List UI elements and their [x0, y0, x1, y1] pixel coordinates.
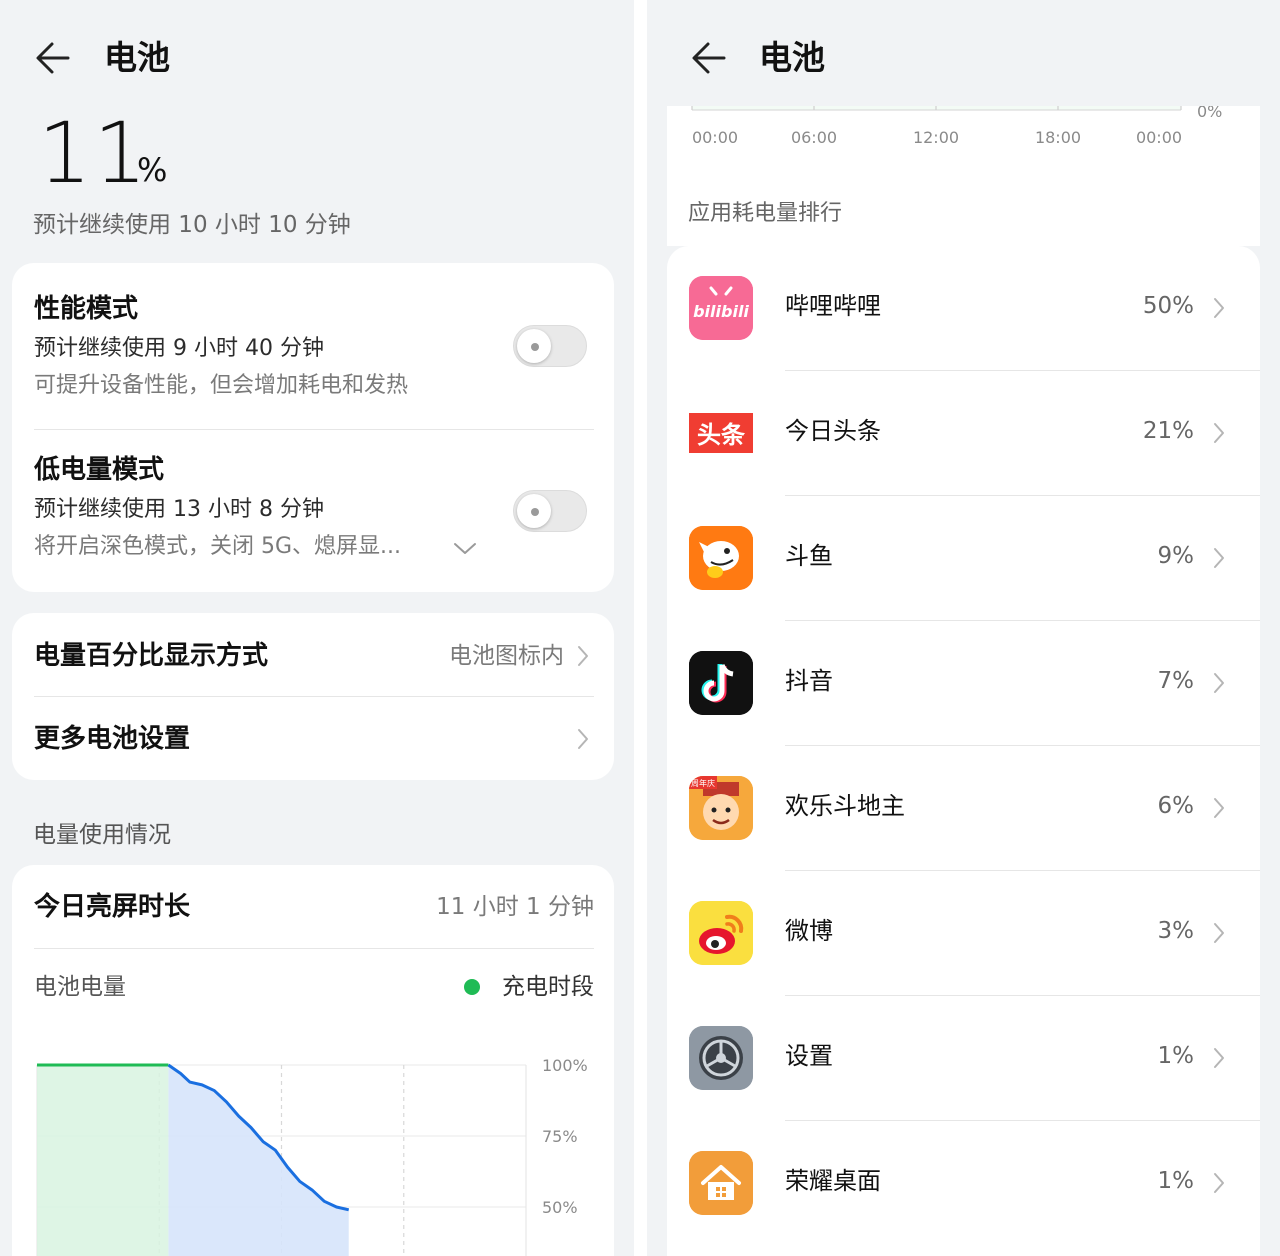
chevron-right-icon: [578, 729, 588, 749]
screen-time-value: 11 小时 1 分钟: [436, 894, 594, 920]
app-ranking-label: 应用耗电量排行: [688, 201, 843, 226]
app-name: 荣耀桌面: [785, 1167, 881, 1195]
battery-percent: 11: [38, 104, 149, 202]
usage-section-label: 电量使用情况: [33, 822, 171, 848]
x-tick-label: 18:00: [1035, 128, 1081, 147]
app-percent: 9%: [1157, 543, 1195, 569]
app-percent: 21%: [1142, 418, 1194, 444]
honor-home-icon: [689, 1151, 753, 1215]
svg-text:周年庆: 周年庆: [691, 778, 715, 788]
app-row-toutiao[interactable]: 头条 今日头条 21%: [667, 371, 1260, 496]
x-tick-label: 06:00: [791, 128, 837, 147]
chevron-right-icon: [1214, 298, 1224, 318]
app-percent: 7%: [1157, 668, 1195, 694]
screen-time-label: 今日亮屏时长: [34, 892, 191, 922]
performance-mode-title: 性能模式: [34, 294, 139, 324]
app-row-doudizhu[interactable]: 周年庆 欢乐斗地主 6%: [667, 746, 1260, 871]
app-name: 欢乐斗地主: [785, 792, 905, 820]
app-row-weibo[interactable]: 微博 3%: [667, 871, 1260, 996]
svg-text:头条: 头条: [697, 421, 746, 449]
app-percent: 3%: [1157, 918, 1195, 944]
app-percent: 50%: [1142, 293, 1194, 319]
power-modes-card: 性能模式 预计继续使用 9 小时 40 分钟 可提升设备性能，但会增加耗电和发热…: [12, 263, 614, 592]
battery-overview-panel: 电池 11 % 预计继续使用 10 小时 10 分钟 性能模式 预计继续使用 9…: [0, 0, 634, 1256]
chevron-down-icon[interactable]: [453, 542, 477, 556]
app-usage-panel: 00:00 06:00 12:00 18:00 00:00 0% 应用耗电量排行 电池 b…: [647, 0, 1280, 1256]
app-name: 抖音: [785, 667, 833, 695]
percent-display-value: 电池图标内: [449, 643, 564, 669]
low-power-mode-estimate: 预计继续使用 13 小时 8 分钟: [34, 497, 324, 522]
app-name: 设置: [785, 1042, 833, 1070]
battery-estimate: 预计继续使用 10 小时 10 分钟: [33, 212, 351, 238]
divider: [34, 948, 594, 949]
app-row-douyin[interactable]: 抖音 7%: [667, 621, 1260, 746]
battery-settings-card: 电量百分比显示方式 电池图标内 更多电池设置: [12, 613, 614, 780]
app-bar: 电池: [647, 0, 1280, 106]
battery-percent-unit: %: [137, 151, 168, 189]
back-arrow-icon[interactable]: [34, 40, 72, 76]
x-tick-label: 00:00: [1136, 128, 1182, 147]
settings-icon: [689, 1026, 753, 1090]
doudizhu-icon: 周年庆: [689, 776, 753, 840]
usage-card: 今日亮屏时长 11 小时 1 分钟 电池电量 充电时段 100% 75% 50%: [12, 865, 614, 1256]
app-name: 斗鱼: [785, 542, 833, 570]
battery-level-chart: 100% 75% 50%: [36, 1056, 588, 1256]
charging-legend-label: 充电时段: [502, 974, 594, 1000]
chevron-right-icon: [1214, 923, 1224, 943]
y-tick-label: 100%: [542, 1056, 588, 1075]
weibo-icon: [689, 901, 753, 965]
battery-level-label: 电池电量: [34, 974, 126, 1000]
app-row-settings[interactable]: 设置 1%: [667, 996, 1260, 1121]
y-tick-label: 50%: [542, 1198, 578, 1217]
more-battery-settings-row[interactable]: 更多电池设置: [12, 697, 614, 780]
svg-text:bilibili: bilibili: [693, 302, 749, 321]
charging-legend-dot: [464, 979, 480, 995]
douyu-icon: [689, 526, 753, 590]
x-tick-label: 00:00: [692, 128, 738, 147]
low-power-mode-toggle[interactable]: [513, 490, 587, 532]
app-percent: 1%: [1157, 1043, 1195, 1069]
low-power-mode-desc: 将开启深色模式，关闭 5G、熄屏显...: [34, 534, 402, 559]
y-tick-label: 75%: [542, 1127, 578, 1146]
chevron-right-icon: [1214, 1173, 1224, 1193]
app-name: 微博: [785, 917, 833, 945]
back-arrow-icon[interactable]: [690, 40, 728, 76]
chevron-right-icon: [1214, 673, 1224, 693]
app-row-honor-home[interactable]: 荣耀桌面 1%: [667, 1121, 1260, 1246]
app-name: 哔哩哔哩: [785, 292, 881, 320]
charging-area: [37, 1065, 169, 1256]
app-percent: 6%: [1157, 793, 1195, 819]
performance-mode-estimate: 预计继续使用 9 小时 40 分钟: [34, 336, 324, 361]
page-title: 电池: [759, 38, 825, 77]
divider: [34, 429, 594, 430]
app-name: 今日头条: [785, 417, 881, 445]
performance-mode-toggle[interactable]: [513, 325, 587, 367]
more-battery-settings-label: 更多电池设置: [34, 724, 191, 754]
chevron-right-icon: [1214, 1048, 1224, 1068]
performance-mode-desc: 可提升设备性能，但会增加耗电和发热: [34, 373, 409, 398]
app-row-bilibili[interactable]: bilibili 哔哩哔哩 50%: [667, 246, 1260, 371]
discharge-area: [168, 1065, 349, 1256]
percent-display-row[interactable]: 电量百分比显示方式 电池图标内: [12, 613, 614, 696]
bilibili-icon: bilibili: [689, 276, 753, 340]
low-power-mode-title: 低电量模式: [34, 455, 165, 485]
app-usage-list: bilibili 哔哩哔哩 50% 头条 今日头条 21% 斗鱼 9% 抖音 7…: [667, 246, 1260, 1256]
chevron-right-icon: [1214, 798, 1224, 818]
chevron-right-icon: [1214, 423, 1224, 443]
app-row-douyu[interactable]: 斗鱼 9%: [667, 496, 1260, 621]
toutiao-icon: 头条: [689, 401, 753, 465]
app-percent: 1%: [1157, 1168, 1195, 1194]
chevron-right-icon: [1214, 548, 1224, 568]
percent-display-label: 电量百分比显示方式: [34, 641, 269, 671]
page-title: 电池: [104, 38, 170, 77]
douyin-icon: [689, 651, 753, 715]
x-tick-label: 12:00: [913, 128, 959, 147]
chevron-right-icon: [578, 646, 588, 666]
